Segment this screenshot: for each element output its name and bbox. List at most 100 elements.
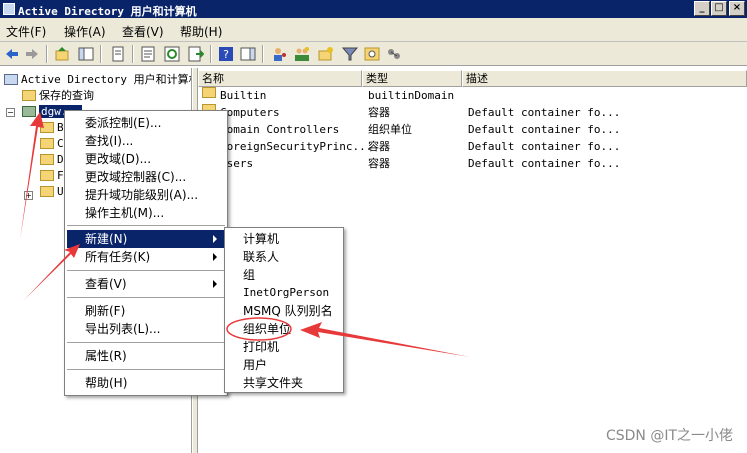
menu-view[interactable]: 查看(V): [122, 23, 164, 40]
menu-separator: [67, 225, 225, 226]
list-row[interactable]: Domain Controllers 组织单位 Default containe…: [198, 121, 747, 138]
submenu-item-printer[interactable]: 打印机: [225, 338, 343, 356]
svg-text:?: ?: [223, 48, 229, 61]
menu-item-change-domain[interactable]: 更改域(D)...: [65, 150, 227, 168]
copy-icon[interactable]: [110, 46, 126, 62]
list-row[interactable]: ForeignSecurityPrinc... 容器 Default conta…: [198, 138, 747, 155]
folder-icon: [40, 186, 54, 197]
menu-item-properties[interactable]: 属性(R): [65, 347, 227, 365]
list-row[interactable]: Computers 容器 Default container fo...: [198, 104, 747, 121]
tree-child[interactable]: B: [40, 120, 64, 136]
row-description: Default container fo...: [468, 106, 621, 119]
forward-icon[interactable]: [24, 46, 40, 62]
toolbar-separator: [262, 45, 264, 63]
submenu-item-msmq-alias[interactable]: MSMQ 队列别名: [225, 302, 343, 320]
menu-file[interactable]: 文件(F): [6, 23, 46, 40]
folder-icon: [40, 170, 54, 181]
menu-item-new[interactable]: 新建(N): [67, 230, 225, 248]
row-type: builtinDomain: [368, 89, 455, 102]
row-type: 组织单位: [368, 123, 412, 136]
menu-action[interactable]: 操作(A): [64, 23, 106, 40]
users-icon[interactable]: [272, 46, 288, 62]
minimize-button[interactable]: _: [694, 1, 710, 16]
show-hide-console-tree-icon[interactable]: [78, 46, 94, 62]
app-icon: [3, 3, 15, 15]
toolbar-separator: [46, 45, 48, 63]
expand-toggle[interactable]: +: [24, 191, 33, 200]
menu-item-view[interactable]: 查看(V): [65, 275, 227, 293]
title-bar: Active Directory 用户和计算机 _ □ ×: [0, 0, 747, 18]
row-name: Computers: [220, 106, 280, 119]
tree-saved-queries[interactable]: 保存的查询: [22, 88, 94, 104]
submenu-item-inetorgperson[interactable]: InetOrgPerson: [225, 284, 343, 302]
submenu-item-computer[interactable]: 计算机: [225, 230, 343, 248]
submenu-item-contact[interactable]: 联系人: [225, 248, 343, 266]
folder-icon: [40, 154, 54, 165]
folder-icon: [40, 122, 54, 133]
menu-item-change-dc[interactable]: 更改域控制器(C)...: [65, 168, 227, 186]
new-group-icon[interactable]: [294, 46, 310, 62]
row-type: 容器: [368, 157, 390, 170]
domain-icon: [22, 106, 36, 117]
add-to-group-icon[interactable]: [386, 46, 402, 62]
folder-icon: [40, 138, 54, 149]
menu-item-operations-masters[interactable]: 操作主机(M)...: [65, 204, 227, 222]
row-name: ForeignSecurityPrinc...: [220, 140, 373, 153]
menu-separator: [67, 342, 225, 343]
help-icon[interactable]: ?: [218, 46, 234, 62]
submenu-item-group[interactable]: 组: [225, 266, 343, 284]
menu-item-export-list[interactable]: 导出列表(L)...: [65, 320, 227, 338]
menu-separator: [67, 270, 225, 271]
toolbar-separator: [100, 45, 102, 63]
menu-help[interactable]: 帮助(H): [180, 23, 222, 40]
show-action-pane-icon[interactable]: [240, 46, 256, 62]
folder-icon: [22, 90, 36, 101]
new-ou-icon[interactable]: [318, 46, 334, 62]
menu-item-delegate-control[interactable]: 委派控制(E)...: [65, 114, 227, 132]
column-header-description[interactable]: 描述: [462, 70, 747, 87]
submenu-item-user[interactable]: 用户: [225, 356, 343, 374]
submenu-item-shared-folder[interactable]: 共享文件夹: [225, 374, 343, 392]
collapse-domain-toggle[interactable]: −: [6, 108, 15, 117]
tree-child[interactable]: F: [40, 168, 64, 184]
menu-item-raise-level[interactable]: 提升域功能级别(A)...: [65, 186, 227, 204]
row-type: 容器: [368, 140, 390, 153]
properties-icon[interactable]: [140, 46, 156, 62]
export-list-icon[interactable]: [188, 46, 204, 62]
watermark: CSDN @IT之一小佬: [605, 428, 733, 444]
row-description: Default container fo...: [468, 123, 621, 136]
back-icon[interactable]: [4, 46, 20, 62]
menu-item-help[interactable]: 帮助(H): [65, 374, 227, 392]
tree-child[interactable]: U: [40, 184, 64, 200]
close-button[interactable]: ×: [729, 1, 745, 16]
toolbar-separator: [132, 45, 134, 63]
menu-separator: [67, 297, 225, 298]
submenu-item-organizational-unit[interactable]: 组织单位: [225, 320, 343, 338]
filter-icon[interactable]: [342, 46, 358, 62]
context-menu: 委派控制(E)... 查找(I)... 更改域(D)... 更改域控制器(C).…: [64, 110, 228, 396]
row-type: 容器: [368, 106, 390, 119]
row-name: Builtin: [220, 89, 267, 102]
list-row[interactable]: Users 容器 Default container fo...: [198, 155, 747, 172]
menu-item-all-tasks[interactable]: 所有任务(K): [65, 248, 227, 266]
row-name: Domain Controllers: [220, 123, 340, 136]
refresh-icon[interactable]: [164, 46, 180, 62]
menu-item-find[interactable]: 查找(I)...: [65, 132, 227, 150]
row-description: Default container fo...: [468, 140, 621, 153]
toolbar-separator: [210, 45, 212, 63]
submenu-arrow-icon: [213, 280, 217, 288]
list-row[interactable]: Builtin builtinDomain: [198, 87, 747, 104]
ad-root-icon: [4, 74, 18, 85]
column-headers: 名称 类型 描述: [198, 70, 747, 87]
column-header-type[interactable]: 类型: [362, 70, 462, 87]
find-icon[interactable]: [364, 46, 380, 62]
up-icon[interactable]: [54, 46, 70, 62]
toolbar: ?: [0, 42, 747, 66]
maximize-button[interactable]: □: [711, 1, 727, 16]
tree-child[interactable]: C: [40, 136, 64, 152]
tree-child[interactable]: D: [40, 152, 64, 168]
submenu-arrow-icon: [213, 253, 217, 261]
column-header-name[interactable]: 名称: [198, 70, 362, 87]
menu-item-refresh[interactable]: 刷新(F): [65, 302, 227, 320]
tree-root[interactable]: Active Directory 用户和计算机: [4, 72, 191, 88]
